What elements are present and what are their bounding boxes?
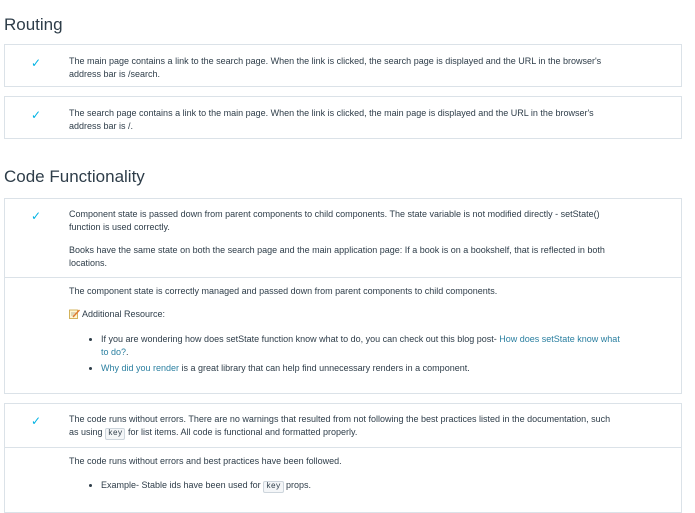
rubric-text: Component state is passed down from pare… xyxy=(69,209,600,232)
memo-pencil-icon xyxy=(69,309,80,319)
divider xyxy=(5,447,681,448)
divider xyxy=(5,277,681,278)
list-item-text: Example- Stable ids have been used for xyxy=(101,480,264,490)
list-item-text: If you are wondering how does setState f… xyxy=(101,334,500,344)
list-item: Why did you render is a great library th… xyxy=(101,362,621,375)
resource-list: If you are wondering how does setState f… xyxy=(75,333,621,375)
list-item-text: is a great library that can help find un… xyxy=(179,363,470,373)
list-item-text-end: props. xyxy=(283,480,312,490)
section-title-code-functionality: Code Functionality xyxy=(4,167,145,186)
check-icon: ✓ xyxy=(31,108,42,122)
check-icon: ✓ xyxy=(31,56,42,70)
list-item: If you are wondering how does setState f… xyxy=(101,333,621,359)
rubric-text-part: for list items. All code is functional a… xyxy=(125,427,358,437)
rubric-text: The code runs without errors. There are … xyxy=(69,413,621,440)
review-comment: The component state is correctly managed… xyxy=(69,286,498,296)
example-list: Example- Stable ids have been used for k… xyxy=(75,479,621,493)
rubric-item: ✓ The code runs without errors. There ar… xyxy=(4,403,682,513)
rubric-item: ✓ The main page contains a link to the s… xyxy=(4,44,682,87)
rubric-text-secondary: Books have the same state on both the se… xyxy=(69,245,605,268)
code-snippet: key xyxy=(105,428,126,440)
section-title-routing: Routing xyxy=(4,15,63,34)
review-page: Routing ✓ The main page contains a link … xyxy=(0,0,695,513)
rubric-item: ✓ Component state is passed down from pa… xyxy=(4,198,682,394)
rubric-text: The main page contains a link to the sea… xyxy=(69,56,602,79)
additional-resource-heading: Additional Resource: xyxy=(69,308,621,321)
rubric-item: ✓ The search page contains a link to the… xyxy=(4,96,682,139)
check-icon: ✓ xyxy=(31,209,42,223)
code-snippet: key xyxy=(263,481,284,493)
rubric-text: The search page contains a link to the m… xyxy=(69,108,594,131)
list-item: Example- Stable ids have been used for k… xyxy=(101,479,621,493)
additional-resource-label: Additional Resource: xyxy=(82,309,166,319)
list-item-text-end: . xyxy=(126,347,129,357)
review-comment: The code runs without errors and best pr… xyxy=(69,456,342,466)
check-icon: ✓ xyxy=(31,414,42,428)
why-did-you-render-link[interactable]: Why did you render xyxy=(101,363,179,373)
